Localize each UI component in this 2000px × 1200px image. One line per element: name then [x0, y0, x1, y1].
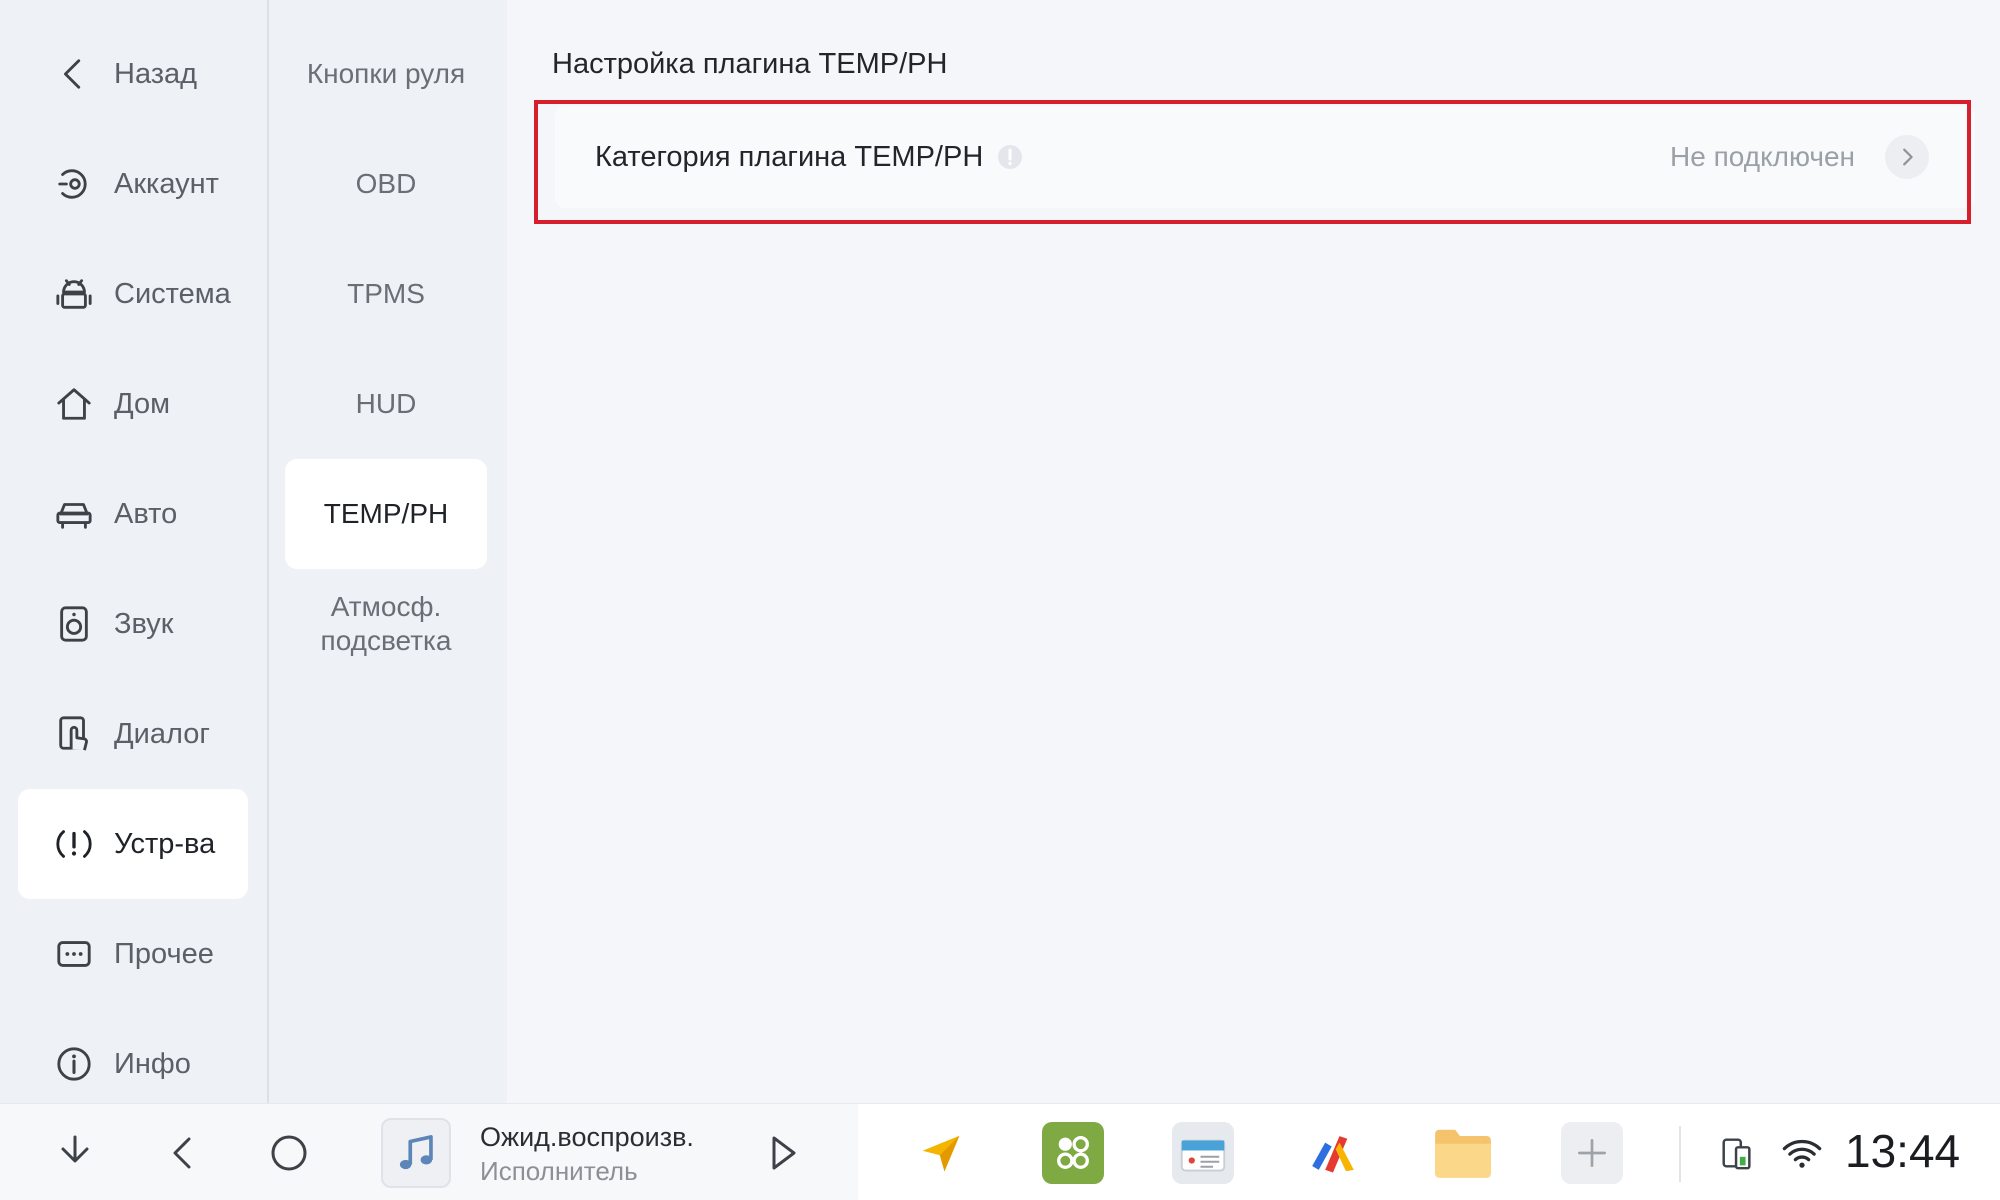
- sidebar-item-label: Назад: [114, 57, 198, 90]
- taskbar: Ожид.воспроизв. Исполнитель 13:44: [0, 1103, 2000, 1200]
- sidebar-item-label: Устр-ва: [114, 827, 216, 860]
- subnav-item-hud[interactable]: HUD: [285, 349, 487, 459]
- folder-icon[interactable]: [1432, 1122, 1494, 1184]
- connection-status: Не подключен: [1670, 141, 1855, 172]
- home-icon: [54, 384, 94, 424]
- main-sidebar: Назад Аккаунт Система Дом Авто Звук Диал…: [0, 0, 268, 1103]
- sidebar-item-label: Инфо: [114, 1047, 191, 1080]
- subnav-item-temp-ph[interactable]: TEMP/PH: [285, 459, 487, 569]
- sidebar-item-system[interactable]: Система: [18, 239, 248, 349]
- tray-divider: [1679, 1126, 1681, 1182]
- sidebar-item-label: Диалог: [114, 717, 210, 750]
- music-note-icon[interactable]: [381, 1118, 451, 1188]
- clock: 13:44: [1845, 1125, 1961, 1177]
- sidebar-item-label: Дом: [114, 387, 171, 420]
- sidebar-item-account[interactable]: Аккаунт: [18, 129, 248, 239]
- sidebar-item-devices[interactable]: Устр-ва: [18, 789, 248, 899]
- navigation-arrow-icon[interactable]: [910, 1122, 972, 1184]
- add-app-icon[interactable]: [1561, 1122, 1623, 1184]
- subnav-item-tpms[interactable]: TPMS: [285, 239, 487, 349]
- nav-home-icon[interactable]: [254, 1104, 324, 1200]
- sidebar-item-label: Прочее: [114, 937, 214, 970]
- sidebar-item-label: Звук: [114, 607, 174, 640]
- car-icon: [54, 494, 94, 534]
- more-dots-icon: [54, 934, 94, 974]
- sub-navigation: Кнопки руля OBD TPMS HUD TEMP/PH Атмосф.…: [269, 0, 507, 1103]
- page-title: Настройка плагина TEMP/PH: [552, 48, 948, 80]
- touch-hand-icon: [54, 714, 94, 754]
- track-artist: Исполнитель: [480, 1156, 638, 1186]
- speaker-icon: [54, 604, 94, 644]
- back-chevron-icon: [54, 54, 94, 94]
- track-title: Ожид.воспроизв.: [480, 1122, 694, 1152]
- sidebar-item-dialog[interactable]: Диалог: [18, 679, 248, 789]
- yandex-icon[interactable]: [1302, 1122, 1364, 1184]
- sidebar-item-home[interactable]: Дом: [18, 349, 248, 459]
- info-hint-icon[interactable]: [997, 144, 1023, 170]
- plugin-category-row[interactable]: Категория плагина TEMP/PH Не подключен: [555, 106, 1975, 208]
- subnav-item-ambient-light[interactable]: Атмосф. подсветка: [285, 569, 487, 679]
- wifi-icon[interactable]: [1774, 1104, 1830, 1200]
- sidebar-item-car[interactable]: Авто: [18, 459, 248, 569]
- collapse-down-icon[interactable]: [40, 1104, 110, 1200]
- screen: Назад Аккаунт Система Дом Авто Звук Диал…: [0, 0, 2000, 1200]
- sidebar-item-sound[interactable]: Звук: [18, 569, 248, 679]
- play-icon[interactable]: [748, 1104, 818, 1200]
- nav-back-icon[interactable]: [148, 1104, 218, 1200]
- subnav-item-steering-buttons[interactable]: Кнопки руля: [285, 19, 487, 129]
- account-icon: [54, 164, 94, 204]
- phone-battery-icon[interactable]: [1712, 1104, 1762, 1200]
- back-button[interactable]: Назад: [18, 19, 248, 129]
- setting-label: Категория плагина TEMP/PH: [595, 140, 984, 173]
- chevron-right-icon[interactable]: [1885, 135, 1929, 179]
- content-panel: Настройка плагина TEMP/PH Категория плаг…: [507, 0, 2000, 1103]
- apps-grid-icon[interactable]: [1042, 1122, 1104, 1184]
- sidebar-item-other[interactable]: Прочее: [18, 899, 248, 1009]
- sidebar-item-label: Аккаунт: [114, 167, 219, 200]
- android-system-icon: [54, 274, 94, 314]
- radio-icon[interactable]: [1172, 1122, 1234, 1184]
- sidebar-item-label: Система: [114, 277, 231, 310]
- subnav-item-obd[interactable]: OBD: [285, 129, 487, 239]
- devices-alert-icon: [54, 824, 94, 864]
- sidebar-item-label: Авто: [114, 497, 178, 530]
- info-icon: [54, 1044, 94, 1084]
